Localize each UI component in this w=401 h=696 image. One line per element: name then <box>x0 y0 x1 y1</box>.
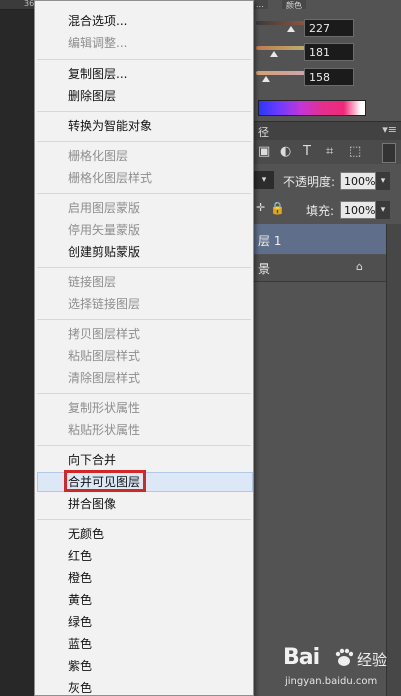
opacity-label: 不透明度: <box>283 175 336 189</box>
filter-toggle[interactable] <box>382 143 396 163</box>
fill-row: ✛ 🔒 填充: 100% ▾ <box>252 195 401 223</box>
menu-item-copy-layer-style[interactable]: 拷贝图层样式 <box>68 326 140 342</box>
layer-name: 层 1 <box>258 234 282 248</box>
watermark-logo: Bai <box>283 645 320 670</box>
menu-item-rasterize-layer-style[interactable]: 栅格化图层样式 <box>68 170 152 186</box>
menu-separator <box>37 267 251 268</box>
menu-item-merge-down[interactable]: 向下合并 <box>68 452 116 468</box>
menu-separator <box>37 519 251 520</box>
layers-tab-label[interactable]: 径 <box>258 124 269 140</box>
fill-dropdown-arrow[interactable]: ▾ <box>376 201 390 219</box>
menu-item-red[interactable]: 红色 <box>68 548 92 564</box>
menu-item-gray[interactable]: 灰色 <box>68 680 92 696</box>
menu-item-flatten-image[interactable]: 拼合图像 <box>68 496 116 512</box>
red-slider-thumb[interactable] <box>287 26 295 32</box>
layer-row-selected[interactable]: 层 1 <box>252 224 386 254</box>
ruler-number: 36 <box>24 0 35 8</box>
opacity-dropdown-arrow[interactable]: ▾ <box>376 172 390 190</box>
baidu-jingyan-watermark: Bai 经验 jingyan.baidu.com <box>283 645 393 691</box>
blue-value-input[interactable]: 158 <box>304 68 354 86</box>
green-slider-thumb[interactable] <box>270 51 278 57</box>
menu-item-copy-shape-attributes[interactable]: 复制形状属性 <box>68 400 140 416</box>
menu-separator <box>37 141 251 142</box>
menu-item-yellow[interactable]: 黄色 <box>68 592 92 608</box>
panel-tab-color[interactable]: 颜色 <box>282 0 306 10</box>
layer-filter-row: ▣ ◐ T ⌗ ⬚ <box>252 140 401 164</box>
menu-separator <box>37 111 251 112</box>
blue-slider-thumb[interactable] <box>262 76 270 82</box>
shape-filter-icon[interactable]: ⌗ <box>326 145 333 159</box>
fill-value[interactable]: 100% <box>340 201 376 219</box>
menu-item-paste-layer-style[interactable]: 粘贴图层样式 <box>68 348 140 364</box>
menu-item-paste-shape-attributes[interactable]: 粘贴形状属性 <box>68 422 140 438</box>
menu-separator <box>37 59 251 60</box>
menu-item-edit-adjustment[interactable]: 编辑调整... <box>68 35 127 51</box>
paw-icon <box>335 648 353 666</box>
menu-item-enable-layer-mask[interactable]: 启用图层蒙版 <box>68 200 140 216</box>
image-filter-icon[interactable]: ▣ <box>258 145 270 159</box>
document-canvas-area <box>0 0 37 696</box>
panel-tab-1[interactable]: ... <box>252 0 268 9</box>
menu-item-blending-options[interactable]: 混合选项... <box>68 13 127 29</box>
lock-move-icon[interactable]: ✛ <box>256 201 265 214</box>
menu-item-convert-smart-object[interactable]: 转换为智能对象 <box>68 118 152 134</box>
green-value-input[interactable]: 181 <box>304 43 354 61</box>
menu-item-clear-layer-style[interactable]: 清除图层样式 <box>68 370 140 386</box>
color-spectrum[interactable] <box>258 100 366 116</box>
watermark-jingyan: 经验 <box>357 651 388 669</box>
type-filter-icon[interactable]: T <box>303 145 311 159</box>
menu-item-duplicate-layer[interactable]: 复制图层... <box>68 66 127 82</box>
menu-item-green[interactable]: 绿色 <box>68 614 92 630</box>
fill-label: 填充: <box>306 204 335 218</box>
menu-item-disable-vector-mask[interactable]: 停用矢量蒙版 <box>68 222 140 238</box>
lock-all-icon[interactable]: 🔒 <box>270 201 285 215</box>
menu-item-blue[interactable]: 蓝色 <box>68 636 92 652</box>
menu-item-no-color[interactable]: 无颜色 <box>68 526 104 542</box>
menu-item-rasterize-layer[interactable]: 栅格化图层 <box>68 148 128 164</box>
layer-name-background: 景 <box>258 262 271 276</box>
opacity-row: ▾ 不透明度: 100% ▾ <box>252 166 401 194</box>
red-value-input[interactable]: 227 <box>304 19 354 37</box>
menu-item-delete-layer[interactable]: 删除图层 <box>68 88 116 104</box>
layers-scrollbar[interactable] <box>386 224 401 696</box>
adjustment-filter-icon[interactable]: ◐ <box>280 145 291 159</box>
menu-separator <box>37 445 251 446</box>
annotation-red-box <box>64 470 146 492</box>
layers-panel-header: 径 ▾≡ <box>252 121 401 141</box>
lock-icon: ⌂ <box>356 260 363 273</box>
menu-item-select-linked-layers[interactable]: 选择链接图层 <box>68 296 140 312</box>
menu-separator <box>37 393 251 394</box>
blend-mode-dropdown-arrow[interactable]: ▾ <box>254 171 274 189</box>
menu-item-orange[interactable]: 橙色 <box>68 570 92 586</box>
panel-menu-icon[interactable]: ▾≡ <box>382 123 397 136</box>
layer-row-background[interactable]: 景 ⌂ <box>252 255 386 282</box>
menu-separator <box>37 319 251 320</box>
opacity-value[interactable]: 100% <box>340 172 376 190</box>
menu-item-link-layers[interactable]: 链接图层 <box>68 274 116 290</box>
menu-separator <box>37 193 251 194</box>
menu-item-violet[interactable]: 紫色 <box>68 658 92 674</box>
watermark-url: jingyan.baidu.com <box>285 676 378 687</box>
layer-context-menu: 混合选项... 编辑调整... 复制图层... 删除图层 转换为智能对象 栅格化… <box>34 0 254 696</box>
menu-item-create-clipping-mask[interactable]: 创建剪贴蒙版 <box>68 244 140 260</box>
smart-object-filter-icon[interactable]: ⬚ <box>349 145 361 159</box>
